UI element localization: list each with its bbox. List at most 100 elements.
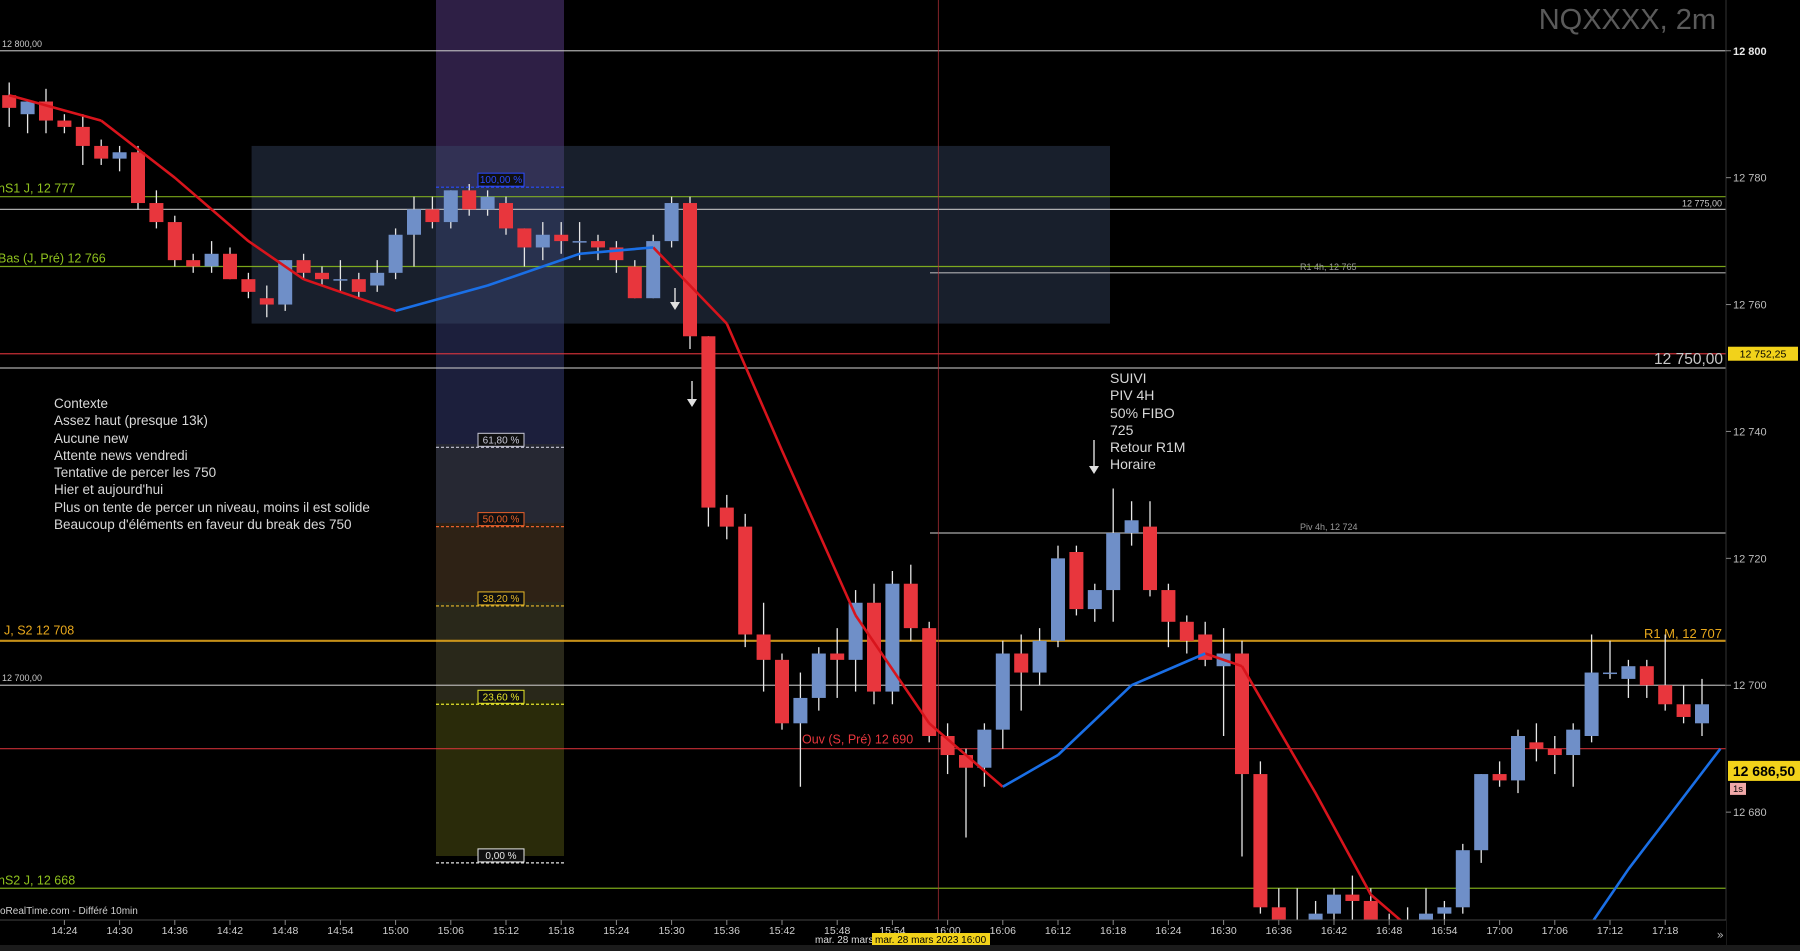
candle-body: [204, 253, 219, 267]
candle-body: [1179, 621, 1194, 641]
context-notes: Contexte Assez haut (presque 13k) Aucune…: [54, 395, 370, 533]
x-tick-label: 14:48: [272, 925, 298, 937]
candle-body: [1603, 672, 1617, 675]
data-source-label: oRealTime.com - Différé 10min: [0, 906, 138, 917]
fibo-bands: [436, 0, 564, 856]
candle-body: [683, 203, 697, 337]
candle-body: [370, 272, 385, 286]
scroll-right-button[interactable]: »: [1717, 928, 1724, 942]
candle-body: [1253, 774, 1268, 908]
candle-body: [333, 279, 348, 281]
candle: [646, 234, 661, 299]
candle: [664, 196, 679, 248]
level-label: Ouv (S, Pré) 12 690: [802, 733, 913, 747]
candle-body: [1069, 552, 1084, 610]
x-tick-label: 17:12: [1597, 925, 1623, 937]
x-tick-label: 14:54: [327, 925, 353, 937]
fibo-band-brown: [436, 523, 564, 602]
candle-body: [1676, 704, 1691, 717]
candle-body: [149, 203, 164, 223]
candle-body: [554, 234, 569, 242]
fibo-band-slate: [436, 444, 564, 523]
candle-body: [223, 253, 237, 280]
candle-body: [1032, 640, 1047, 673]
candle-body: [131, 152, 145, 204]
level-label: Piv 4h, 12 724: [1300, 522, 1358, 532]
x-tick-label: 16:18: [1100, 925, 1126, 937]
candle-body: [112, 152, 127, 159]
x-tick-label: 14:36: [162, 925, 188, 937]
last-price-label: 12 686,50: [1733, 763, 1795, 779]
context-line: Beaucoup d'éléments en faveur du break d…: [54, 517, 352, 533]
candle-body: [388, 234, 403, 273]
y-tick-label: 12 780: [1733, 173, 1767, 185]
x-tick-label: 16:24: [1155, 925, 1181, 937]
candle: [701, 336, 716, 527]
candle-body: [1455, 850, 1470, 908]
x-tick-label: 15:24: [603, 925, 629, 937]
candle-body: [627, 266, 642, 299]
candle-body: [20, 101, 35, 115]
candle-body: [848, 602, 863, 660]
candle-body: [1143, 526, 1157, 591]
candle: [131, 145, 145, 210]
candle: [167, 215, 182, 267]
x-tick-label: 14:30: [106, 925, 132, 937]
level-label-fragment: J, S2 12 708: [4, 624, 74, 638]
candle-body: [811, 653, 826, 698]
candle: [1253, 761, 1268, 914]
level-label: nS2 J, 12 668: [0, 873, 75, 887]
fibo-label: 0,00 %: [485, 851, 516, 862]
suivi-line: SUIVI: [1110, 370, 1147, 386]
candle-body: [1124, 520, 1139, 533]
candle-body: [499, 203, 513, 229]
candle-body: [241, 279, 256, 292]
fibo-label: 100,00 %: [480, 175, 522, 186]
fibo-label: 61,80 %: [483, 435, 520, 446]
x-tick-label: 17:18: [1652, 925, 1678, 937]
context-line: Attente news vendredi: [54, 447, 188, 463]
candle-body: [1639, 666, 1654, 686]
candle-body: [1327, 894, 1341, 914]
candle-body: [1621, 666, 1636, 679]
suivi-line: PIV 4H: [1110, 387, 1155, 404]
candle-body: [535, 234, 550, 248]
candle-body: [425, 209, 440, 223]
context-line: Tentative de percer les 750: [54, 465, 217, 481]
candle: [738, 513, 753, 648]
suivi-line: 50% FIBO: [1110, 404, 1175, 421]
x-tick-label: 15:00: [382, 925, 408, 937]
candle-body: [443, 190, 458, 223]
suivi-notes: SUIVI PIV 4H 50% FIBO 725 Retour R1M Hor…: [1110, 370, 1185, 474]
candle-body: [94, 145, 109, 159]
ticker-title: NQXXXX, 2m: [1538, 4, 1716, 36]
x-tick-label: 14:24: [51, 925, 77, 937]
candle-body: [719, 507, 734, 527]
candle-body: [959, 755, 973, 768]
candle-body: [1014, 653, 1029, 673]
candle-body: [1695, 704, 1709, 724]
y-tick-label: 12 760: [1733, 300, 1767, 312]
candle-body: [701, 336, 716, 508]
candle-body: [1658, 685, 1673, 705]
range-box: [251, 145, 1111, 324]
candle-body: [57, 120, 72, 127]
candle-body: [922, 628, 937, 736]
candle-body: [738, 526, 753, 635]
candle-body: [830, 653, 845, 660]
y-tick-label: 12 680: [1733, 807, 1767, 819]
suivi-line: Horaire: [1110, 456, 1156, 473]
x-tick-label: 16:06: [990, 925, 1016, 937]
level-label: 12 700,00: [2, 673, 42, 683]
candle-body: [167, 222, 182, 261]
level-label: R1 4h, 12 765: [1300, 262, 1357, 272]
x-tick-label: 16:54: [1431, 925, 1457, 937]
x-tick-label: 16:12: [1045, 925, 1071, 937]
candle-body: [1051, 558, 1065, 641]
candle: [1051, 545, 1065, 648]
price-axis[interactable]: 12 680 12 700 12 720 12 740 12 760 12 780 12 8…: [1725, 0, 1800, 951]
candle-body: [1492, 774, 1507, 781]
fibo-label: 38,20 %: [483, 594, 520, 605]
x-tick-label: 17:00: [1486, 925, 1512, 937]
candle-body: [1087, 590, 1102, 610]
